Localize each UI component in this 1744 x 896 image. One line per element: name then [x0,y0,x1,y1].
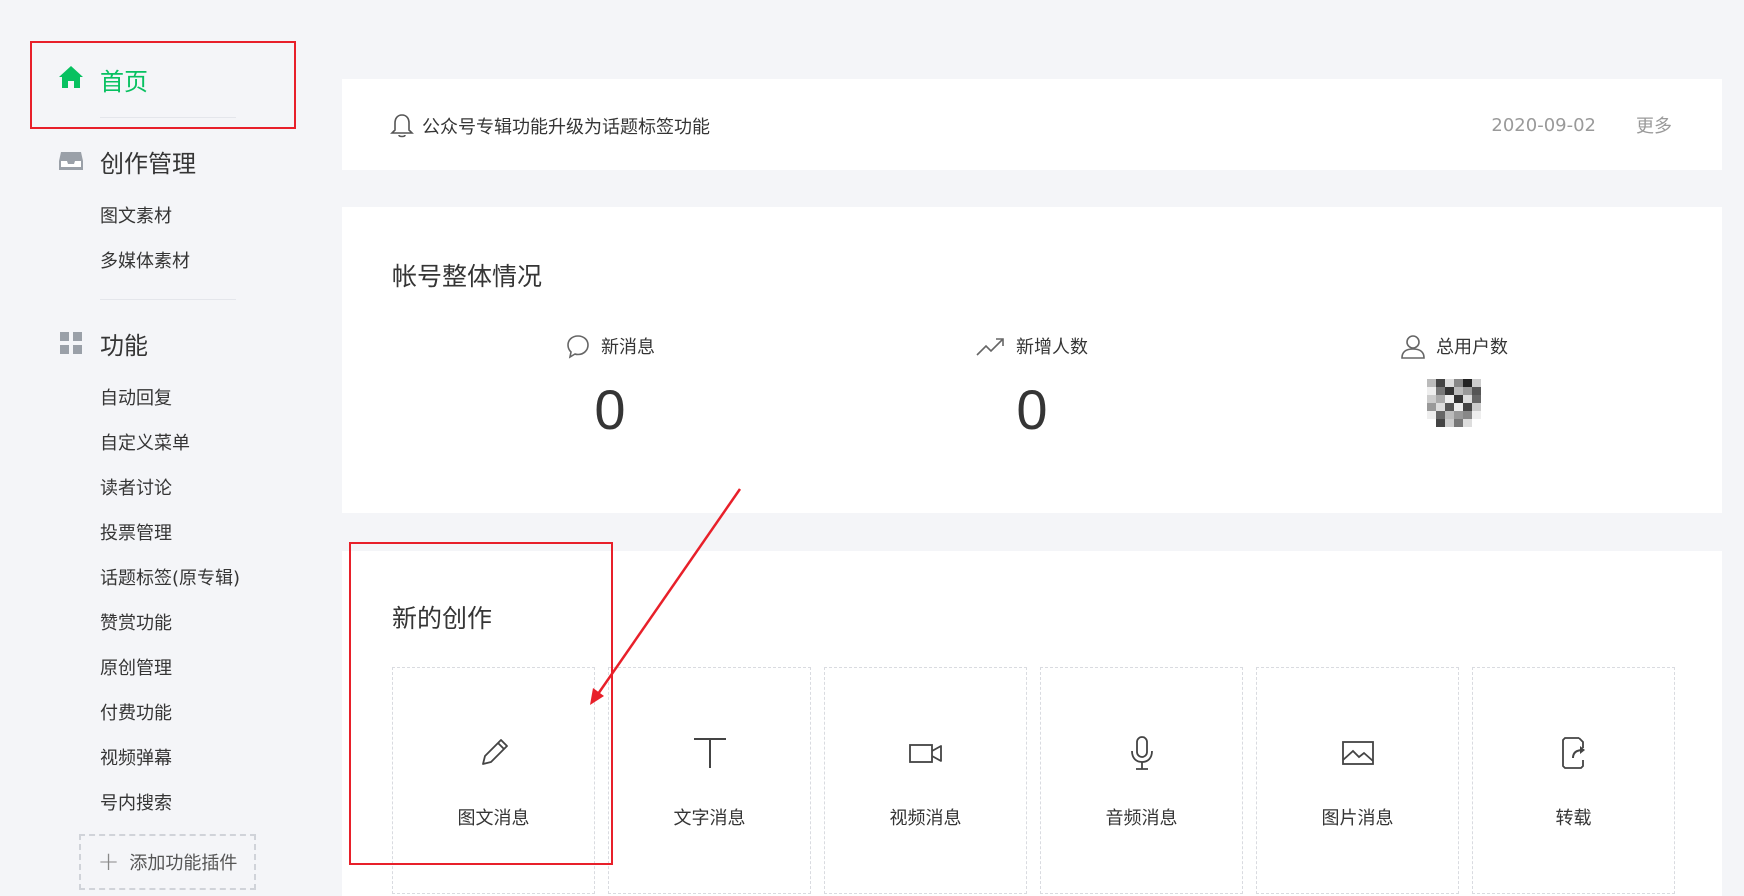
user-icon [1401,335,1425,359]
tile-text-message[interactable]: 文字消息 [608,667,811,894]
tile-video-message[interactable]: 视频消息 [824,667,1027,894]
overview-title: 帐号整体情况 [392,262,543,291]
divider [100,299,236,300]
nav-item-auto-reply[interactable]: 自动回复 [100,384,172,410]
stat-label: 新增人数 [1016,337,1088,358]
home-icon [59,66,83,88]
nav-item-media-material[interactable]: 多媒体素材 [100,247,190,273]
tile-label: 图文消息 [457,808,530,829]
trend-up-icon [976,338,1004,356]
stat-value: 0 [1016,378,1048,441]
tile-label: 转载 [1555,808,1592,829]
stat-value: 0 [594,378,626,441]
account-overview: 帐号整体情况 新消息 0 新增人数 0 总用户数 [342,207,1722,513]
nav-features[interactable]: 功能 [100,326,148,361]
nav-item-custom-menu[interactable]: 自定义菜单 [100,429,190,455]
nav-creation-management[interactable]: 创作管理 [100,144,196,179]
tile-image-message[interactable]: 图片消息 [1256,667,1459,894]
notice-more-link[interactable]: 更多 [1636,112,1672,138]
tile-label: 图片消息 [1321,808,1394,829]
notice-date: 2020-09-02 [1491,115,1596,136]
tile-label: 文字消息 [673,808,746,829]
notice-text[interactable]: 公众号专辑功能升级为话题标签功能 [422,113,710,139]
share-icon [1561,737,1585,769]
tile-label: 视频消息 [889,808,962,829]
chat-bubble-icon [567,335,589,359]
stat-new-messages[interactable]: 新消息 0 [460,333,760,442]
nav-item-reward[interactable]: 赞赏功能 [100,609,172,635]
bell-icon [390,114,414,138]
divider [100,117,236,118]
new-creation: 新的创作 图文消息 文字消息 视频消息 音频消息 图片消息 转载 [342,551,1722,896]
pixelated-value [1427,379,1481,427]
nav-item-video-danmaku[interactable]: 视频弹幕 [100,744,172,770]
add-plugin-button[interactable]: + 添加功能插件 [79,834,256,890]
notice-bar: 公众号专辑功能升级为话题标签功能 2020-09-02 更多 [342,79,1722,170]
nav-item-reader-discussion[interactable]: 读者讨论 [100,474,172,500]
text-icon [693,738,726,768]
image-icon [1341,741,1374,765]
pencil-icon [481,739,508,765]
nav-item-vote-management[interactable]: 投票管理 [100,519,172,545]
stat-new-followers[interactable]: 新增人数 0 [882,333,1182,442]
tile-repost[interactable]: 转载 [1472,667,1675,894]
grid-icon [60,332,82,354]
add-plugin-label: 添加功能插件 [129,853,238,874]
tile-label: 音频消息 [1105,808,1178,829]
stat-total-users[interactable]: 总用户数 [1304,333,1604,427]
tile-audio-message[interactable]: 音频消息 [1040,667,1243,894]
nav-item-topic-tags[interactable]: 话题标签(原专辑) [100,564,240,590]
nav-item-original-management[interactable]: 原创管理 [100,654,172,680]
nav-home[interactable]: 首页 [100,62,148,97]
nav-item-in-account-search[interactable]: 号内搜索 [100,789,172,815]
inbox-icon [59,152,83,170]
nav-item-article-material[interactable]: 图文素材 [100,202,172,228]
stat-label: 新消息 [601,337,655,358]
video-camera-icon [908,744,942,763]
plus-icon: + [97,847,120,877]
stat-label: 总用户数 [1436,337,1508,358]
sidebar: 首页 创作管理 图文素材 多媒体素材 功能 自动回复 自定义菜单 读者讨论 投票… [0,0,330,896]
microphone-icon [1130,736,1153,770]
tile-article-message[interactable]: 图文消息 [392,667,595,894]
nav-item-paid-features[interactable]: 付费功能 [100,699,172,725]
create-title: 新的创作 [392,604,493,633]
